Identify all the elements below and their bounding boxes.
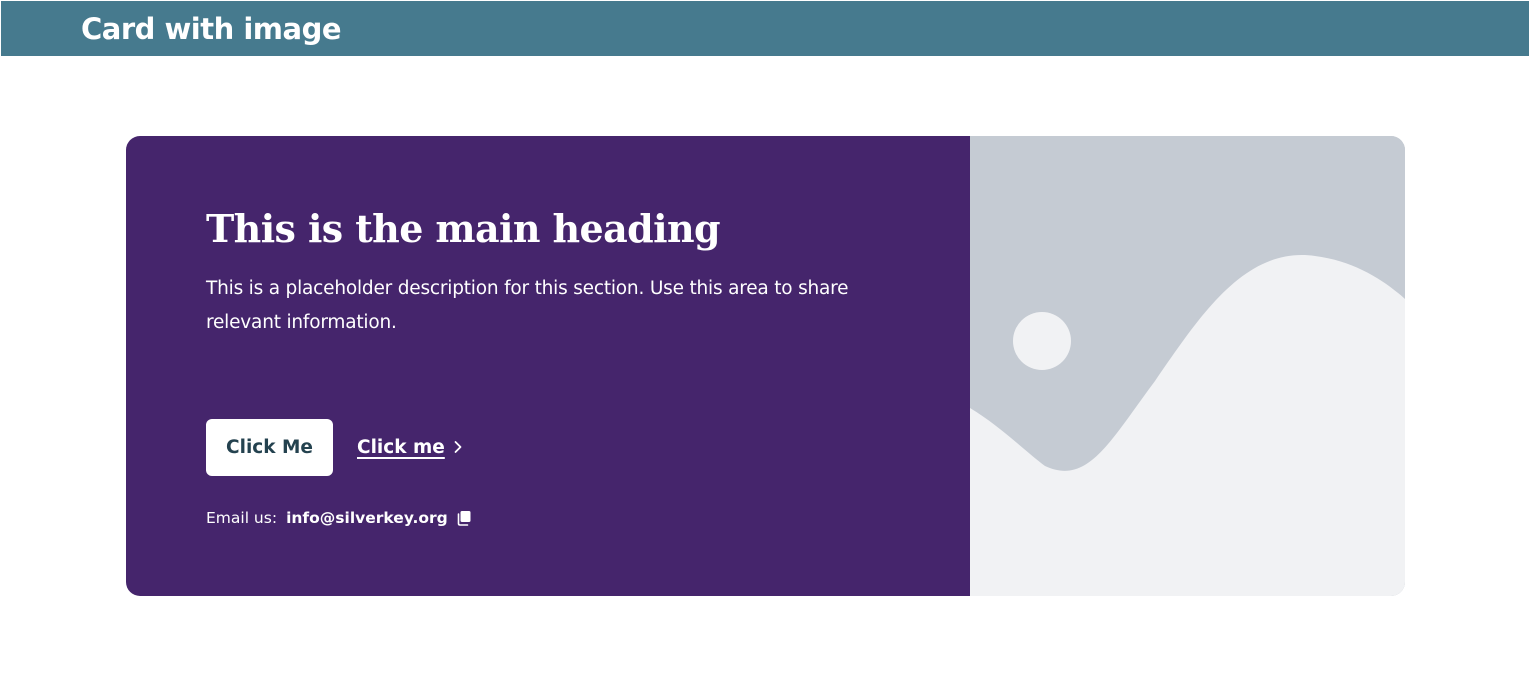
image-placeholder [970,136,1405,596]
page-header: Card with image [1,1,1529,56]
email-row: Email us: info@silverkey.org [206,507,472,529]
image-placeholder-icon [970,136,1405,596]
card-heading: This is the main heading [206,206,721,251]
click-me-link-label: Click me [357,436,445,458]
page-title: Card with image [81,12,342,46]
click-me-button[interactable]: Click Me [206,419,333,476]
email-label: Email us: [206,509,278,527]
card-content: This is the main heading This is a place… [126,136,970,596]
click-me-link[interactable]: Click me [357,430,463,464]
chevron-right-icon [454,441,462,453]
card: This is the main heading This is a place… [126,136,1405,596]
copy-icon[interactable] [456,510,472,526]
email-address[interactable]: info@silverkey.org [286,509,448,527]
card-description: This is a placeholder description for th… [206,278,849,333]
